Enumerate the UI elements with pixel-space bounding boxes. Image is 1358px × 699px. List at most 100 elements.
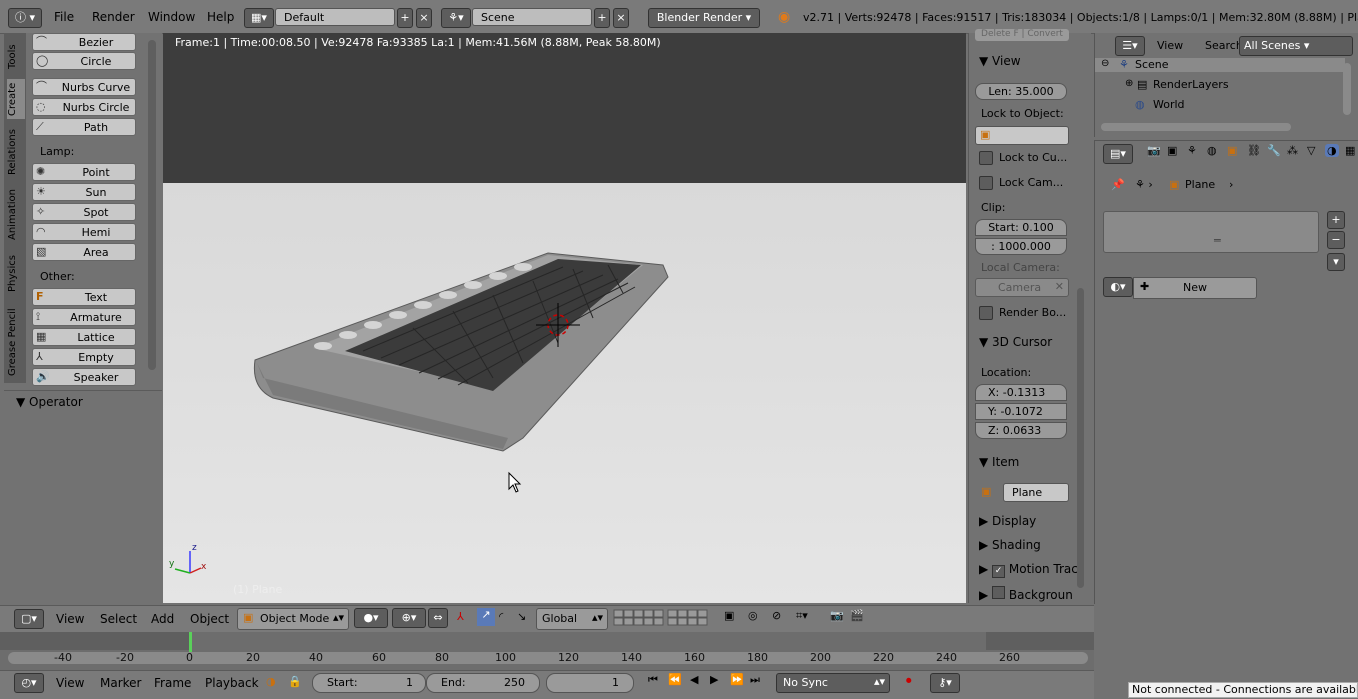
world-tab-icon[interactable]: ◍ — [1207, 144, 1217, 157]
display-panel-header[interactable]: ▶ Display — [979, 514, 1036, 528]
tab-physics[interactable]: Physics — [7, 251, 25, 297]
end-frame-field[interactable]: End: 250 — [426, 673, 540, 693]
add-slot-button[interactable]: + — [1327, 211, 1345, 229]
playback-controls[interactable]: ⏮ ⏪ ◀ ▶ ⏩ ⏭ — [646, 673, 770, 691]
timeline-menu-view[interactable]: View — [56, 676, 84, 690]
lock-to-cursor-checkbox[interactable] — [979, 151, 993, 165]
translate-icon[interactable]: ⅄ — [457, 610, 464, 623]
tab-relations[interactable]: Relations — [7, 125, 25, 179]
snap-element-icon[interactable]: ⌗▾ — [796, 609, 808, 623]
item-name-field[interactable]: Plane — [1003, 483, 1069, 502]
tool-shelf-scrollbar[interactable] — [148, 40, 156, 370]
scale-arrow-icon[interactable]: ↘ — [517, 610, 526, 623]
add-nurbs-circle-button[interactable]: ◌ Nurbs Circle — [32, 98, 136, 116]
remove-slot-button[interactable]: − — [1327, 231, 1345, 249]
record-icon[interactable]: ⏺ — [906, 674, 912, 688]
render-engine-select[interactable]: Blender Render ▾ — [648, 8, 760, 28]
lens-field[interactable]: Len: 35.000 — [975, 83, 1067, 100]
operator-panel[interactable]: ▼ Operator — [4, 390, 162, 603]
cursor-x-field[interactable]: X: -0.1313 — [975, 384, 1067, 401]
jump-start-icon[interactable]: ⏮ — [648, 673, 658, 687]
play-icon[interactable]: ▶ — [710, 673, 718, 686]
menu-file[interactable]: File — [54, 10, 74, 24]
timeline-editor-type[interactable]: ◴▾ — [14, 673, 44, 693]
object-tab-icon[interactable]: ▣ — [1227, 144, 1237, 157]
transform-manipulators[interactable]: ⅄ ↗ ◜ ↘ — [453, 608, 533, 628]
layer-buttons[interactable] — [612, 609, 712, 627]
outliner-v-scrollbar[interactable] — [1343, 63, 1351, 115]
outliner-editor-type[interactable]: ☰▾ — [1115, 36, 1145, 56]
material-tab-icon[interactable]: ◑ — [1325, 144, 1339, 157]
3d-cursor-panel-header[interactable]: ▼ 3D Cursor — [979, 335, 1052, 349]
manipulator-toggle[interactable]: ⇔ — [428, 608, 448, 628]
keyboard-model[interactable]: z x y — [163, 33, 966, 603]
pivot-point-select[interactable]: ⊕▾ — [392, 608, 426, 628]
remove-layout-icon[interactable]: × — [416, 8, 432, 28]
play-reverse-icon[interactable]: ◀ — [690, 673, 698, 686]
item-panel-header[interactable]: ▼ Item — [979, 455, 1019, 469]
clip-end-field[interactable]: : 1000.000 — [975, 238, 1067, 255]
next-keyframe-icon[interactable]: ⏩ — [730, 673, 744, 686]
scene-field[interactable]: Scene — [472, 8, 592, 26]
menu-select[interactable]: Select — [100, 612, 137, 626]
add-circle-button[interactable]: ◯ Circle — [32, 52, 136, 70]
outliner-row-scene[interactable]: ⊖ ⚘ Scene — [1095, 58, 1345, 72]
new-material-button[interactable]: ✚ New — [1133, 277, 1257, 299]
properties-editor-type[interactable]: ▤▾ — [1103, 144, 1133, 164]
timeline-menu-playback[interactable]: Playback — [205, 676, 259, 690]
tab-grease-pencil[interactable]: Grease Pencil — [7, 303, 25, 381]
add-empty-button[interactable]: ⅄ Empty — [32, 348, 136, 366]
add-sun-lamp-button[interactable]: ☀ Sun — [32, 183, 136, 201]
motion-tracking-panel-header[interactable]: ▶ ✓ Motion Trac — [979, 562, 1078, 578]
lock-object-field[interactable]: ▣ — [975, 126, 1069, 145]
menu-render[interactable]: Render — [92, 10, 135, 24]
properties-context-tabs[interactable]: 📷 ▣ ⚘ ◍ ▣ ⛓ 🔧 ⁂ ▽ ◑ ▦ — [1143, 144, 1355, 164]
lock-icon[interactable]: 🔒 — [288, 675, 302, 688]
tab-create[interactable]: Create — [7, 79, 25, 119]
add-path-button[interactable]: ⟋ Path — [32, 118, 136, 136]
add-layout-icon[interactable]: + — [397, 8, 413, 28]
lock-camera-checkbox[interactable] — [979, 176, 993, 190]
outliner-search-menu[interactable]: Search — [1205, 39, 1243, 52]
add-speaker-button[interactable]: 🔊 Speaker — [32, 368, 136, 386]
preview-range-icon[interactable]: ◑ — [266, 675, 276, 688]
operator-header[interactable]: ▼ Operator — [16, 395, 83, 409]
screen-layout-icon[interactable]: ▦▾ — [244, 8, 274, 28]
data-tab-icon[interactable]: ▽ — [1307, 144, 1315, 157]
orientation-select[interactable]: Global ▴▾ — [536, 608, 608, 630]
jump-end-icon[interactable]: ⏭ — [750, 673, 760, 687]
background-panel-header[interactable]: ▶ Backgroun — [979, 586, 1073, 602]
layers-tab-icon[interactable]: ▣ — [1167, 144, 1177, 157]
3d-viewport[interactable]: Frame:1 | Time:00:08.50 | Ve:92478 Fa:93… — [163, 33, 966, 603]
proportional-edit-icon[interactable]: ◎ — [748, 609, 758, 622]
outliner-display-filter[interactable]: All Scenes ▾ — [1239, 36, 1353, 56]
cursor-y-field[interactable]: Y: -0.1072 — [975, 403, 1067, 420]
add-armature-button[interactable]: ⟟ Armature — [32, 308, 136, 326]
add-bezier-button[interactable]: ⌒ Bezier — [32, 33, 136, 51]
menu-view[interactable]: View — [56, 612, 84, 626]
outliner-row-renderlayers[interactable]: ⊕ ▤ RenderLayers — [1125, 78, 1325, 92]
prev-keyframe-icon[interactable]: ⏪ — [668, 673, 682, 686]
editor-type-button[interactable]: ⓘ ▾ — [8, 8, 42, 28]
render-animation-icon[interactable]: 🎬 — [850, 609, 864, 622]
local-camera-field[interactable]: Camera ✕ — [975, 278, 1069, 297]
texture-tab-icon[interactable]: ▦ — [1345, 144, 1355, 157]
add-text-button[interactable]: F Text — [32, 288, 136, 306]
add-hemi-lamp-button[interactable]: ◠ Hemi — [32, 223, 136, 241]
clip-start-field[interactable]: Start: 0.100 — [975, 219, 1067, 236]
current-frame-field[interactable]: 1 — [546, 673, 634, 693]
snap-toggle-icon[interactable]: ⊘ — [772, 609, 781, 622]
start-frame-field[interactable]: Start: 1 — [312, 673, 426, 693]
view-panel-header[interactable]: ▼ View — [979, 54, 1021, 68]
add-spot-lamp-button[interactable]: ✧ Spot — [32, 203, 136, 221]
n-panel-scrollbar[interactable] — [1077, 288, 1084, 588]
outliner-view-menu[interactable]: View — [1157, 39, 1183, 52]
timeline-menu-marker[interactable]: Marker — [100, 676, 141, 690]
outliner-row-world[interactable]: ◍ World — [1135, 98, 1335, 112]
menu-window[interactable]: Window — [148, 10, 195, 24]
material-slot-list[interactable]: ═ — [1103, 211, 1319, 253]
tab-animation[interactable]: Animation — [7, 185, 25, 245]
motion-tracking-checkbox[interactable]: ✓ — [992, 565, 1006, 578]
list-resize-grip[interactable]: ═ — [1214, 234, 1221, 247]
pin-icon[interactable]: 📌 — [1111, 178, 1125, 191]
